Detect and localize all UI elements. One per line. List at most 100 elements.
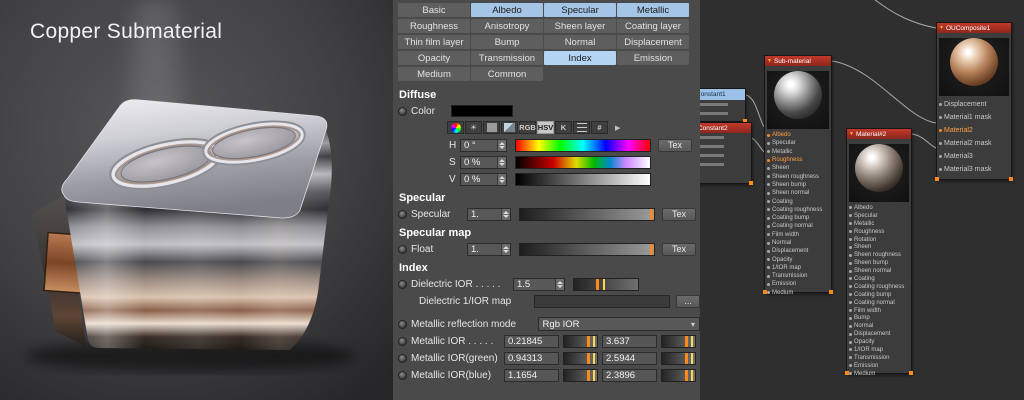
port-dot-icon[interactable] (849, 293, 852, 296)
port-dot-icon[interactable] (849, 333, 852, 336)
node-editor[interactable]: Constant1 ▼ Constant2 ▼ Sub-material Alb… (700, 0, 1024, 400)
port-dot-icon[interactable] (767, 134, 770, 137)
dielectric-ior-input[interactable]: 1.5 (513, 278, 565, 291)
socket-icon[interactable] (398, 337, 407, 346)
rgb-mode-button[interactable]: RGB (519, 121, 536, 134)
port-dot-icon[interactable] (849, 206, 852, 209)
node-port[interactable]: Transmission (765, 272, 831, 280)
node-port[interactable] (700, 133, 751, 142)
node-port[interactable]: Film width (765, 231, 831, 239)
metallic-ior-n-input[interactable]: 0.21845 (504, 335, 559, 348)
socket-icon[interactable] (398, 371, 407, 380)
collapse-icon[interactable]: ▼ (939, 26, 944, 31)
port-dot-icon[interactable] (849, 341, 852, 344)
render-viewport[interactable]: Copper Submaterial (0, 0, 393, 400)
port-dot-icon[interactable] (849, 246, 852, 249)
socket-icon[interactable] (398, 320, 407, 329)
port-dot-icon[interactable] (849, 222, 852, 225)
channel-input[interactable]: 0 % (460, 156, 507, 169)
material-tab[interactable]: Opacity (398, 51, 470, 65)
node-header[interactable]: ▼ Constant2 (700, 123, 751, 133)
port-dot-icon[interactable] (767, 242, 770, 245)
node-port[interactable]: Emission (847, 362, 911, 370)
stepper-icon[interactable] (497, 157, 506, 168)
node-port[interactable]: Film width (847, 307, 911, 315)
material-tab[interactable]: Thin film layer (398, 35, 470, 49)
float-slider[interactable] (519, 243, 655, 256)
node-port[interactable]: Normal (765, 239, 831, 247)
port-dot-icon[interactable] (939, 129, 942, 132)
port-dot-icon[interactable] (849, 301, 852, 304)
node-port[interactable]: Opacity (847, 338, 911, 346)
collapse-icon[interactable]: ▼ (767, 59, 772, 64)
port-dot-icon[interactable] (849, 285, 852, 288)
stepper-icon[interactable] (501, 209, 510, 220)
material-tab[interactable]: Metallic (617, 3, 689, 17)
node-port[interactable]: Roughness (847, 228, 911, 236)
material-tab[interactable]: Sheen layer (544, 19, 616, 33)
node-constant-2[interactable]: ▼ Constant2 (700, 122, 752, 184)
node-port[interactable]: Coating bump (847, 291, 911, 299)
socket-icon[interactable] (398, 210, 407, 219)
hsv-mode-button[interactable]: HSV (537, 121, 554, 134)
socket-icon[interactable] (398, 107, 407, 116)
color-swatch[interactable] (451, 105, 513, 117)
sun-icon[interactable]: ☀ (465, 121, 482, 134)
stepper-icon[interactable] (555, 279, 564, 290)
port-dot-icon[interactable] (767, 283, 770, 286)
port-dot-icon[interactable] (767, 291, 770, 294)
node-port[interactable]: Sheen roughness (847, 251, 911, 259)
specular-slider[interactable] (519, 208, 655, 221)
node-port[interactable]: Coating roughness (847, 283, 911, 291)
gradient-slider[interactable] (515, 173, 651, 186)
node-port[interactable]: Medium (847, 370, 911, 378)
port-dot-icon[interactable] (767, 142, 770, 145)
port-dot-icon[interactable] (767, 250, 770, 253)
port-dot-icon[interactable] (767, 275, 770, 278)
port-dot-icon[interactable] (849, 317, 852, 320)
node-port[interactable]: Material1 mask (937, 111, 1011, 124)
node-port[interactable]: Metallic (847, 220, 911, 228)
node-port[interactable]: Coating bump (765, 214, 831, 222)
metallic-ior-k-slider[interactable] (661, 369, 696, 382)
node-port[interactable] (700, 109, 745, 118)
port-dot-icon[interactable] (939, 155, 942, 158)
node-port[interactable]: Opacity (765, 255, 831, 263)
port-dot-icon[interactable] (767, 225, 770, 228)
node-port[interactable]: Displacement (937, 98, 1011, 111)
port-dot-icon[interactable] (939, 103, 942, 106)
material-tab[interactable]: Albedo (471, 3, 543, 17)
expand-arrow-icon[interactable]: ▶ (615, 124, 620, 132)
port-dot-icon[interactable] (767, 258, 770, 261)
node-port[interactable]: Sheen normal (847, 267, 911, 275)
node-header[interactable]: ▼ Material#2 (847, 129, 911, 139)
material-tab[interactable]: Specular (544, 3, 616, 17)
node-header[interactable]: ▼ Sub-material (765, 56, 831, 66)
port-dot-icon[interactable] (849, 238, 852, 241)
stepper-icon[interactable] (501, 244, 510, 255)
node-port[interactable]: Bump (847, 314, 911, 322)
port-dot-icon[interactable] (767, 233, 770, 236)
port-dot-icon[interactable] (849, 364, 852, 367)
node-port[interactable]: Coating (765, 197, 831, 205)
material-tab[interactable]: Emission (617, 51, 689, 65)
metallic-ior-n-input[interactable]: 0.94313 (504, 352, 559, 365)
material-tab[interactable]: Bump (471, 35, 543, 49)
material-tab[interactable]: Coating layer (617, 19, 689, 33)
node-port[interactable] (700, 160, 751, 169)
metallic-ior-k-input[interactable]: 2.3896 (602, 369, 657, 382)
port-dot-icon[interactable] (939, 168, 942, 171)
dielectric-ior-slider[interactable] (573, 278, 639, 291)
channel-input[interactable]: 0 ° (460, 139, 507, 152)
node-port[interactable]: Metallic (765, 148, 831, 156)
node-port[interactable]: Roughness (765, 156, 831, 164)
node-port[interactable]: Specular (847, 212, 911, 220)
port-dot-icon[interactable] (849, 214, 852, 217)
node-port[interactable]: 1/IOR map (847, 346, 911, 354)
port-dot-icon[interactable] (767, 217, 770, 220)
material-tab[interactable]: Transmission (471, 51, 543, 65)
node-port[interactable]: Emission (765, 280, 831, 288)
material-tab[interactable]: Displacement (617, 35, 689, 49)
material-tab[interactable]: Common (471, 67, 543, 81)
node-port[interactable]: 1/IOR map (765, 264, 831, 272)
